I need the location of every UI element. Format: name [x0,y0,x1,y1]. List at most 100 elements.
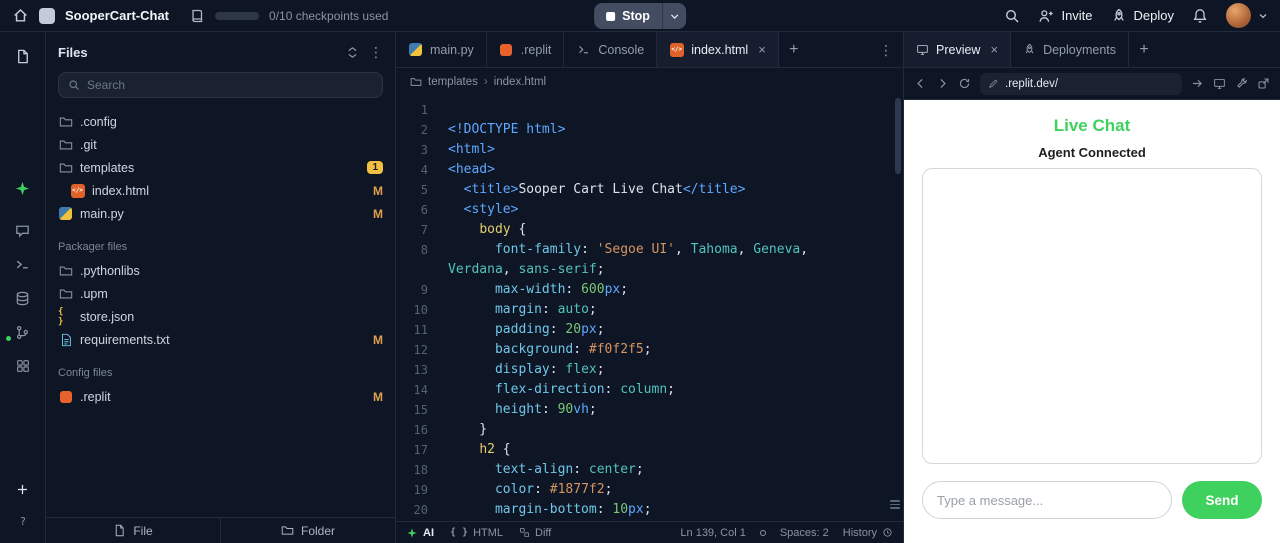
code-line[interactable]: 4 <head> [396,160,903,180]
code-line[interactable]: 7 body { [396,220,903,240]
code-line[interactable]: 12 background: #f0f2f5; [396,340,903,360]
replit-workspace: SooperCart-Chat 0/10 checkpoints used St… [0,0,1280,543]
tab-Console[interactable]: Console [564,32,658,67]
code-line[interactable]: 20 margin-bottom: 10px; [396,500,903,520]
collapse-folders-icon[interactable] [346,46,359,59]
code-text: <head> [448,162,495,177]
ai-status[interactable]: AI [406,527,434,539]
new-folder-button[interactable]: Folder [221,518,395,543]
editor-scrollbar-thumb[interactable] [895,98,901,174]
breadcrumb-separator: › [483,76,488,88]
file-row-.pythonlibs[interactable]: .pythonlibs [46,259,395,282]
indent-setting[interactable]: Spaces: 2 [780,527,829,539]
modified-badge: M [373,183,383,198]
file-search[interactable] [58,72,383,98]
new-pane-icon[interactable]: + [1129,32,1159,67]
code-line[interactable]: 17 h2 { [396,440,903,460]
chat-messages-box[interactable] [922,168,1262,464]
json-icon: { } [58,306,64,327]
code-line[interactable]: 16 } [396,420,903,440]
run-options-chevron[interactable] [661,3,686,29]
file-row-main.py[interactable]: main.py M [46,202,395,225]
send-button[interactable]: Send [1182,481,1262,519]
back-icon[interactable] [914,77,927,90]
cursor-position[interactable]: Ln 139, Col 1 [680,527,745,539]
tab-preview[interactable]: Preview × [904,32,1012,67]
forward-icon[interactable] [936,77,949,90]
open-external-icon[interactable] [1257,77,1270,90]
account-menu[interactable] [1226,3,1268,28]
tab-index.html[interactable]: </> index.html × [657,32,779,67]
diff-toggle[interactable]: Diff [519,527,551,539]
file-search-input[interactable] [87,78,373,92]
code-line[interactable]: 11 padding: 20px; [396,320,903,340]
search-icon[interactable] [1004,8,1020,24]
code-line[interactable]: 21 } [396,520,903,521]
devtools-icon[interactable] [1213,77,1226,90]
code-line[interactable]: 6 <style> [396,200,903,220]
code-line[interactable]: 14 flex-direction: column; [396,380,903,400]
close-icon[interactable]: × [758,42,766,57]
pane-resize-handle[interactable] [890,500,900,509]
help-icon[interactable]: ? [0,507,46,535]
code-line[interactable]: 2 <!DOCTYPE html> [396,120,903,140]
files-pane-icon[interactable] [0,42,46,70]
code-line[interactable]: 3 <html> [396,140,903,160]
file-row-templates[interactable]: templates 1 [46,156,395,179]
home-icon[interactable] [12,7,29,24]
code-line[interactable]: 10 margin: auto; [396,300,903,320]
code-editor[interactable]: 1 2 <!DOCTYPE html> 3 <html> 4 <head> 5 <title>… [396,96,903,521]
file-row-index.html[interactable]: </> index.html M [46,179,395,202]
url-bar[interactable]: .replit.dev/ [980,72,1182,95]
code-line[interactable]: Verdana, sans-serif; [396,260,903,280]
tab-.replit[interactable]: .replit [487,32,565,67]
code-text: <style> [463,202,519,217]
database-icon[interactable] [0,284,46,312]
file-row-.git[interactable]: .git [46,133,395,156]
code-line[interactable]: 18 text-align: center; [396,460,903,480]
new-file-button[interactable]: File [46,518,221,543]
files-menu-icon[interactable]: ⋮ [369,45,383,59]
go-arrow-icon[interactable] [1191,77,1204,90]
invite-button[interactable]: Invite [1038,8,1093,24]
add-tool-icon[interactable] [0,475,46,503]
project-avatar[interactable] [39,7,55,24]
code-line[interactable]: 19 color: #1877f2; [396,480,903,500]
breadcrumb-folder[interactable]: templates [428,76,478,88]
project-name[interactable]: SooperCart-Chat [65,8,169,23]
tab-main.py[interactable]: main.py [396,32,487,67]
all-tools-icon[interactable] [0,352,46,380]
language-indicator[interactable]: { } HTML [450,527,503,539]
notifications-icon[interactable] [1192,8,1208,24]
refresh-icon[interactable] [958,77,971,90]
git-icon[interactable] [0,318,46,346]
code-line[interactable]: 5 <title>Sooper Cart Live Chat</title> [396,180,903,200]
code-line[interactable]: 1 [396,100,903,120]
close-icon[interactable]: × [990,42,998,57]
code-line[interactable]: 9 max-width: 600px; [396,280,903,300]
editor-scrollbar[interactable] [895,98,901,517]
file-label: .replit [80,389,111,404]
breadcrumb-file[interactable]: index.html [494,76,546,88]
file-row-store.json[interactable]: { } store.json [46,305,395,328]
code-line[interactable]: 13 display: flex; [396,360,903,380]
checkpoints-icon[interactable] [189,8,205,24]
tab-deployments[interactable]: Deployments [1011,32,1130,67]
chat-message-input[interactable] [922,481,1172,519]
agent-icon[interactable] [0,174,46,202]
file-row-.upm[interactable]: .upm [46,282,395,305]
code-line[interactable]: 15 height: 90vh; [396,400,903,420]
chat-icon[interactable] [0,216,46,244]
shell-icon[interactable] [0,250,46,278]
file-row-.replit[interactable]: .replit M [46,385,395,408]
file-row-requirements.txt[interactable]: requirements.txt M [46,328,395,351]
stop-button[interactable]: Stop [594,3,662,29]
deploy-button[interactable]: Deploy [1111,8,1174,24]
edit-html-icon[interactable] [1235,77,1248,90]
new-tab-icon[interactable]: + [779,32,809,67]
code-line[interactable]: 8 font-family: 'Segoe UI', Tahoma, Genev… [396,240,903,260]
file-row-.config[interactable]: .config [46,110,395,133]
tab-options-icon[interactable]: ⋮ [879,43,893,57]
folder-icon [58,137,73,152]
history-button[interactable]: History [843,527,893,539]
